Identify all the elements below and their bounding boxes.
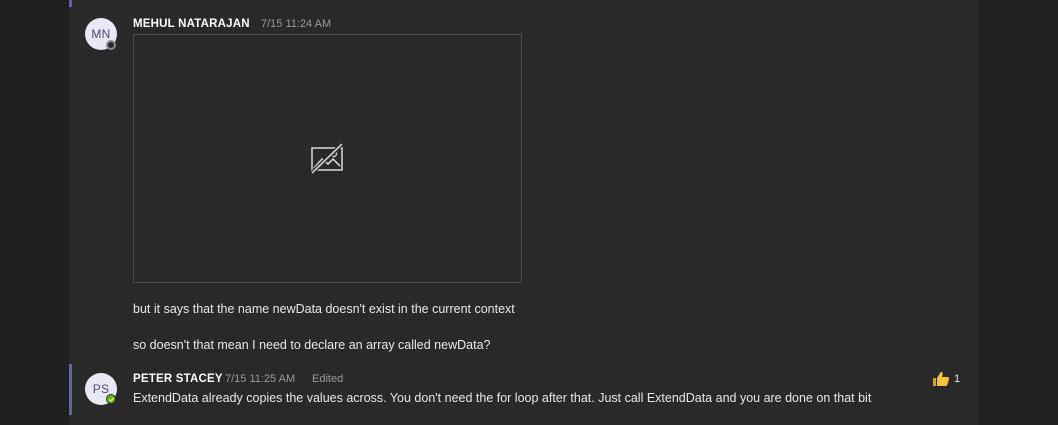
sender-name[interactable]: PETER STACEY xyxy=(133,373,223,385)
message-text: ExtendData already copies the values acr… xyxy=(133,391,872,405)
avatar-initials: PS xyxy=(92,382,110,396)
right-panel-edge xyxy=(979,0,1058,425)
sender-name[interactable]: MEHUL NATARAJAN xyxy=(133,18,250,30)
image-attachment[interactable] xyxy=(133,34,522,283)
reaction-button[interactable]: 1 xyxy=(932,371,960,387)
previous-message-accent-bar xyxy=(69,0,72,7)
message-accent-bar xyxy=(69,364,72,415)
thumbs-up-icon xyxy=(933,372,950,386)
avatar-initials: MN xyxy=(91,27,111,41)
message-timestamp: 7/15 11:24 AM xyxy=(261,18,332,30)
presence-offline-icon xyxy=(106,40,116,50)
presence-available-icon xyxy=(106,394,116,404)
edited-label: Edited xyxy=(312,373,344,385)
reaction-count: 1 xyxy=(954,373,961,385)
message-text-line: so doesn't that mean I need to declare a… xyxy=(133,338,491,352)
message-timestamp: 7/15 11:25 AM xyxy=(225,373,296,385)
message-text-line: but it says that the name newData doesn'… xyxy=(133,302,515,316)
broken-image-icon xyxy=(310,142,344,174)
